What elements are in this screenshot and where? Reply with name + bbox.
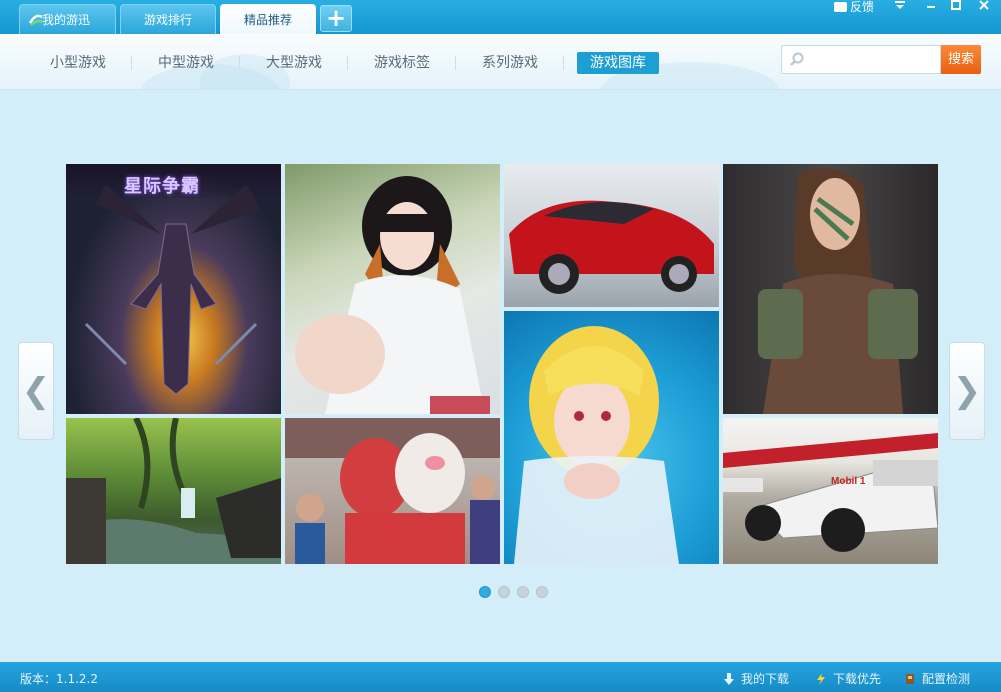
gallery-page-dot-1[interactable] [479,586,491,598]
feedback-button[interactable]: 反馈 [834,0,874,14]
tab-my-games-label: 我的游迅 [42,13,91,27]
tab-my-games[interactable]: 我的游迅 [19,4,116,34]
computer-check-icon [906,673,914,684]
nav-game-gallery[interactable]: 游戏图库 [577,52,659,74]
queen-of-blades-figure [84,184,261,395]
gallery-next-button[interactable]: ❯ [949,342,985,440]
status-bar: 版本：1.1.2.2 我的下载 下载优先 配置检测 [0,662,1001,692]
add-tab-button[interactable]: + [320,5,352,32]
title-bar: 我的游迅 游戏排行 精品推荐 + 反馈 [0,0,1001,34]
download-arrow-icon [724,672,734,685]
gallery-page-dot-4[interactable] [536,586,548,598]
nav-small-games[interactable]: 小型游戏 [40,52,116,74]
mascot-figure [285,418,500,564]
config-check-button[interactable]: 配置检测 [904,670,970,687]
download-priority-label: 下载优先 [833,672,882,686]
nav-game-series[interactable]: 系列游戏 [472,52,548,74]
tab-featured[interactable]: 精品推荐 [220,4,316,34]
maximize-icon [951,0,961,10]
gallery-tile-mascot[interactable] [285,418,500,564]
search-icon [790,52,804,66]
nav-large-games[interactable]: 大型游戏 [256,52,332,74]
gallery-tile-f1-car[interactable]: Mobil 1 [723,418,938,564]
nav-divider [131,56,132,70]
chat-bubble-icon [834,2,847,12]
nav-game-tags[interactable]: 游戏标签 [364,52,440,74]
search-input[interactable] [810,49,936,70]
search-button[interactable]: 搜索 [941,45,981,74]
f1-car-figure [723,433,938,552]
feedback-label: 反馈 [850,0,875,14]
gallery-page-dot-3[interactable] [517,586,529,598]
gallery-prev-button[interactable]: ❮ [18,342,54,440]
version-label: 版本：1.1.2.2 [20,672,98,686]
nav-divider [347,56,348,70]
warrior-woman-figure [758,168,918,414]
search-box[interactable] [781,45,941,74]
nav-divider [455,56,456,70]
gallery-tile-sports-car[interactable] [504,164,719,307]
nav-medium-games[interactable]: 中型游戏 [148,52,224,74]
download-priority-button[interactable]: 下载优先 [815,670,881,687]
menu-icon [895,1,905,9]
minimize-button[interactable] [924,0,938,12]
blonde-girl-figure [514,326,679,564]
lightning-icon [817,672,825,685]
logo-icon [28,14,44,26]
maximize-button[interactable] [949,0,963,12]
minimize-icon [927,6,935,8]
tab-game-ranking[interactable]: 游戏排行 [120,4,216,34]
gallery-tile-cosplay-girl[interactable] [285,164,500,414]
close-icon [979,0,989,10]
nav-divider [563,56,564,70]
gallery-tile-jungle-shooter[interactable] [66,418,281,564]
red-car-figure [509,200,714,294]
tile-caption: Mobil 1 [831,476,866,487]
tab-featured-label: 精品推荐 [243,13,292,27]
gallery-tile-starcraft[interactable]: 星际争霸 [66,164,281,414]
nav-divider [239,56,240,70]
cosplay-girl-figure [295,176,490,414]
my-downloads-button[interactable]: 我的下载 [723,670,789,687]
gallery-tile-blonde-girl[interactable] [504,311,719,564]
gallery-page-dot-2[interactable] [498,586,510,598]
my-downloads-label: 我的下载 [741,672,790,686]
close-button[interactable] [977,0,991,12]
jungle-shooter-figure [66,418,281,564]
config-check-label: 配置检测 [922,672,971,686]
gallery-tile-warrior-woman[interactable] [723,164,938,414]
tab-game-ranking-label: 游戏排行 [143,13,192,27]
menu-dropdown-button[interactable] [893,0,907,12]
